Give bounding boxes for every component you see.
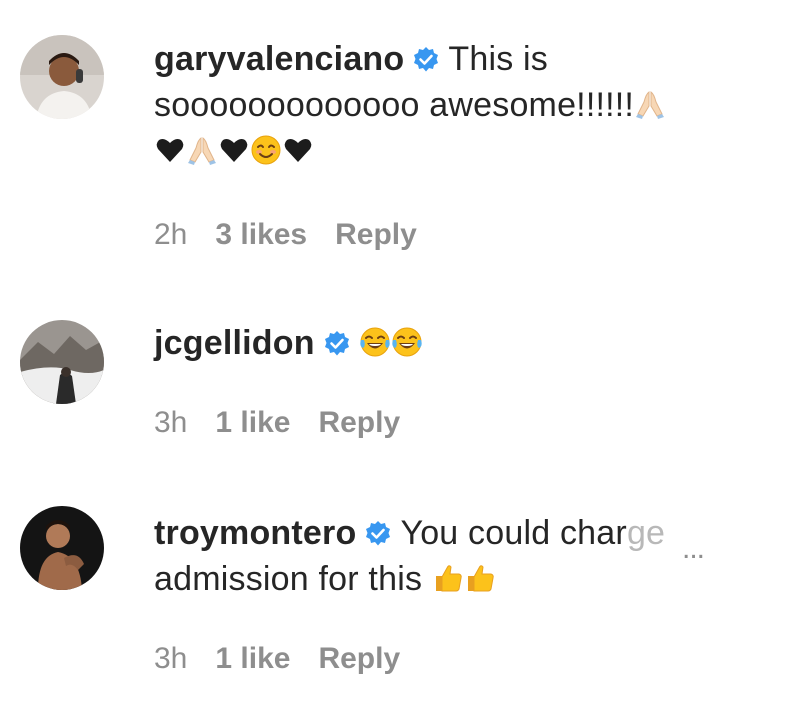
folded-hands-icon [186, 134, 218, 166]
avatar[interactable] [20, 35, 104, 119]
comment-time: 2h [154, 218, 188, 251]
comment-text: admission for this [154, 560, 423, 598]
comment-item: garyvalenciano This is sooooooooooooo awe… [0, 0, 800, 270]
comment-body: garyvalenciano This is sooooooooooooo awe… [154, 36, 770, 174]
comment-text: This is [448, 40, 549, 78]
comment-meta: 3h 1 like Reply [154, 642, 428, 676]
thumbs-up-icon [432, 562, 464, 594]
likes-count-button[interactable]: 1 like [215, 406, 290, 439]
comment-meta: 3h 1 like Reply [154, 406, 428, 440]
verified-badge-icon [323, 324, 351, 356]
avatar[interactable] [20, 320, 104, 404]
tears-of-joy-icon [359, 326, 391, 358]
username-link[interactable]: garyvalenciano [154, 40, 404, 78]
reply-button[interactable]: Reply [318, 642, 400, 675]
tears-of-joy-icon [391, 326, 423, 358]
comment-body: troymontero You could charge admission fo… [154, 510, 770, 602]
comment-text-faded: ge [626, 514, 666, 552]
black-heart-icon [282, 134, 314, 166]
reply-button[interactable]: Reply [335, 218, 417, 251]
black-heart-icon [218, 134, 250, 166]
thumbs-up-icon [464, 562, 496, 594]
comment-body: jcgellidon [154, 320, 770, 366]
smiling-face-icon [250, 134, 282, 166]
avatar[interactable] [20, 506, 104, 590]
verified-badge-icon [412, 40, 440, 72]
verified-badge-icon [364, 514, 392, 546]
comment-meta: 2h 3 likes Reply [154, 218, 445, 252]
username-link[interactable]: jcgellidon [154, 324, 315, 362]
username-link[interactable]: troymontero [154, 514, 356, 552]
reply-button[interactable]: Reply [318, 406, 400, 439]
comment-item: troymontero You could charge admission fo… [0, 490, 800, 708]
comment-time: 3h [154, 406, 188, 439]
comment-item: jcgellidon 3h 1 like Reply [0, 300, 800, 460]
folded-hands-icon [634, 88, 666, 120]
comment-text: sooooooooooooo awesome!!!!!! [154, 86, 635, 124]
more-text-button[interactable]: ... [682, 532, 705, 566]
comment-text: You could char [400, 514, 627, 552]
comment-time: 3h [154, 642, 188, 675]
likes-count-button[interactable]: 1 like [215, 642, 290, 675]
black-heart-icon [154, 134, 186, 166]
likes-count-button[interactable]: 3 likes [215, 218, 307, 251]
